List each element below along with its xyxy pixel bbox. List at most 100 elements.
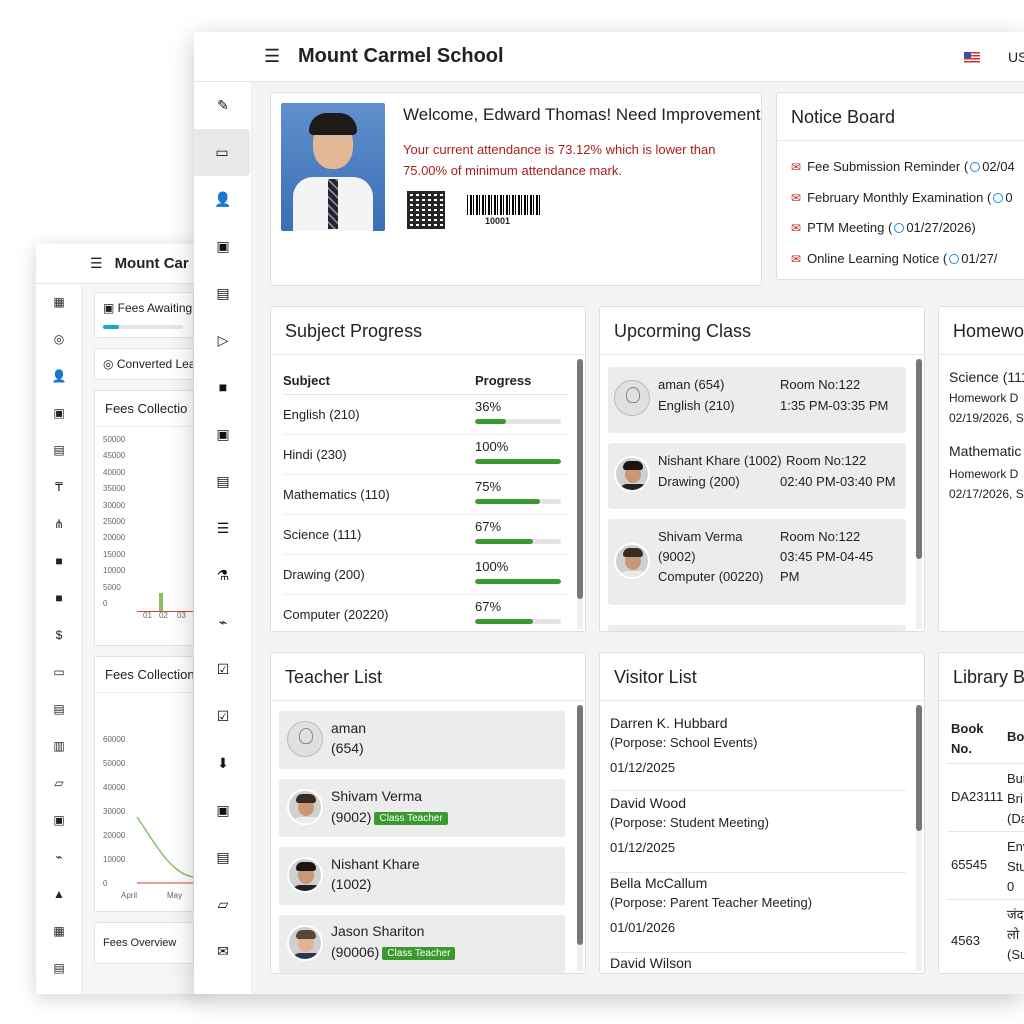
class-subject: Drawing (200) — [658, 474, 740, 489]
calendar-icon[interactable]: ▣ — [36, 802, 82, 839]
y-tick-label: 45000 — [103, 451, 126, 461]
class-time-suffix: PM — [780, 569, 800, 584]
homework-subject[interactable]: Science (111 — [949, 369, 1024, 385]
mail-icon[interactable]: ✉ — [194, 928, 252, 975]
fees-awaiting-card[interactable]: ▣ Fees Awaiting — [94, 292, 194, 338]
add-user-icon[interactable]: 👤 — [194, 176, 252, 223]
map-icon[interactable]: ▱ — [194, 881, 252, 928]
mail-icon: ✉ — [791, 252, 802, 266]
class-item[interactable]: aman (654) English (210) Room No:122 1:3… — [608, 367, 906, 433]
scrollbar[interactable] — [916, 359, 922, 629]
class-item[interactable]: Shivam Verma (9002) Computer (00220) Roo… — [608, 519, 906, 605]
upcoming-class-card: Upcorming Class aman (654) English (210)… — [599, 306, 925, 632]
document-icon[interactable]: ▤ — [36, 432, 82, 469]
subject-row[interactable]: Mathematics (110) 75% — [283, 475, 569, 515]
scrollbar[interactable] — [916, 705, 922, 971]
scrollbar[interactable] — [577, 705, 583, 971]
teacher-name: aman — [331, 720, 367, 736]
scrollbar[interactable] — [577, 359, 583, 629]
add-user-icon[interactable]: 👤 — [36, 358, 82, 395]
subject-row[interactable]: Hindi (230) 100% — [283, 435, 569, 475]
notice-text: Online Learning Notice ( — [807, 251, 948, 266]
class-subject: English (210) — [658, 398, 735, 413]
notice-item[interactable]: ✉ Fee Submission Reminder (02/04 — [791, 159, 1015, 174]
visitor-item[interactable]: David Wilson — [610, 953, 906, 973]
teacher-item[interactable]: Jason Shariton (90006) Class Teacher — [279, 915, 565, 973]
y-tick-label: 30000 — [103, 807, 126, 816]
class-time: 02:40 PM-03:40 PM — [780, 474, 896, 489]
class-time: 1:35 PM-03:35 PM — [780, 398, 889, 413]
numbered-list-icon[interactable]: ☰ — [194, 505, 252, 552]
checkbox-icon[interactable]: ☑ — [194, 646, 252, 693]
download-icon[interactable]: ⬇ — [194, 740, 252, 787]
class-item[interactable] — [608, 625, 906, 631]
rss-icon[interactable]: ⌁ — [36, 839, 82, 876]
grid-icon[interactable]: ▦ — [36, 284, 82, 321]
video-icon[interactable]: ■ — [36, 543, 82, 580]
default-avatar-icon — [287, 721, 323, 757]
teacher-item[interactable]: Nishant Khare (1002) — [279, 847, 565, 905]
class-time: 03:45 PM-04-45 — [780, 549, 874, 564]
video-outline-icon[interactable]: ▷ — [194, 317, 252, 364]
notice-item[interactable]: ✉ Online Learning Notice (01/27/ — [791, 251, 997, 266]
list-icon[interactable]: ▤ — [36, 691, 82, 728]
class-item[interactable]: Nishant Khare (1002) Drawing (200) Room … — [608, 443, 906, 509]
avatar — [614, 543, 650, 579]
class-room: Room No:122 — [780, 377, 861, 392]
notes-icon[interactable]: ▤ — [194, 834, 252, 881]
chart-title: Fees Collectio — [95, 391, 193, 427]
id-card-icon[interactable]: ▣ — [194, 223, 252, 270]
subject-row[interactable]: Computer (20220) 67% — [283, 595, 569, 631]
mail-icon: ✉ — [791, 160, 802, 174]
list-icon[interactable]: ▤ — [194, 458, 252, 505]
notice-item[interactable]: ✉ February Monthly Examination (0 — [791, 190, 1013, 205]
teacher-name: Nishant Khare — [331, 856, 420, 872]
money-icon[interactable]: ▣ — [36, 395, 82, 432]
teacher-name: Jason Shariton — [331, 923, 425, 939]
calendar-icon[interactable]: ▣ — [194, 411, 252, 458]
calendar-grid-icon[interactable]: ▦ — [36, 913, 82, 950]
us-flag-icon[interactable] — [964, 52, 980, 63]
pin-icon[interactable]: ₸ — [36, 469, 82, 506]
pencil-icon[interactable]: ✎ — [194, 82, 252, 129]
rss-icon[interactable]: ⌁ — [194, 599, 252, 646]
dashboard-monitor-icon[interactable]: ▭ — [194, 129, 250, 176]
camera-icon[interactable]: ■ — [36, 580, 82, 617]
map-icon[interactable]: ▱ — [36, 765, 82, 802]
card-icon[interactable]: ▭ — [36, 654, 82, 691]
calendar-check-icon[interactable]: ▣ — [194, 787, 252, 834]
teacher-id: (9002) — [331, 809, 372, 825]
document-icon[interactable]: ▤ — [194, 270, 252, 317]
notice-board-card: Notice Board ✉ Fee Submission Reminder (0… — [776, 92, 1024, 280]
hamburger-menu-icon[interactable]: ☰ — [264, 46, 280, 67]
language-selector[interactable]: US — [1008, 49, 1024, 65]
clock-icon — [894, 223, 905, 233]
avatar — [287, 789, 323, 825]
notice-item[interactable]: ✉ PTM Meeting (01/27/2026) — [791, 220, 976, 235]
progress-bar — [475, 499, 561, 504]
dollar-icon[interactable]: $ — [36, 617, 82, 654]
visitor-item[interactable]: David Wood (Porpose: Student Meeting) 01… — [610, 793, 906, 873]
hierarchy-icon[interactable]: ⋔ — [36, 506, 82, 543]
target-icon[interactable]: ◎ — [36, 321, 82, 358]
visitor-item[interactable]: Darren K. Hubbard (Porpose: School Event… — [610, 713, 906, 791]
homework-subject[interactable]: Mathematic — [949, 443, 1021, 459]
flask-icon[interactable]: ⚗ — [194, 552, 252, 599]
target-icon: ◎ — [103, 357, 117, 371]
visitor-name: David Wilson — [610, 955, 692, 971]
video-camera-icon[interactable]: ■ — [194, 364, 252, 411]
homework-date: 02/17/2026, S — [949, 487, 1024, 501]
converted-leads-card[interactable]: ◎ Converted Lea — [94, 348, 194, 380]
graduation-icon[interactable]: ▲ — [36, 876, 82, 913]
file-icon[interactable]: ▥ — [36, 728, 82, 765]
hamburger-menu-icon[interactable]: ☰ — [90, 255, 103, 272]
teacher-item[interactable]: aman (654) — [279, 711, 565, 769]
visitor-item[interactable]: Bella McCallum (Porpose: Parent Teacher … — [610, 873, 906, 953]
checkbox-icon-2[interactable]: ☑ — [194, 693, 252, 740]
teacher-item[interactable]: Shivam Verma (9002) Class Teacher — [279, 779, 565, 837]
subject-row[interactable]: Drawing (200) 100% — [283, 555, 569, 595]
back-app-title: Mount Car — [114, 255, 189, 272]
table-icon[interactable]: ▤ — [36, 950, 82, 987]
subject-row[interactable]: English (210) 36% — [283, 395, 569, 435]
subject-row[interactable]: Science (111) 67% — [283, 515, 569, 555]
